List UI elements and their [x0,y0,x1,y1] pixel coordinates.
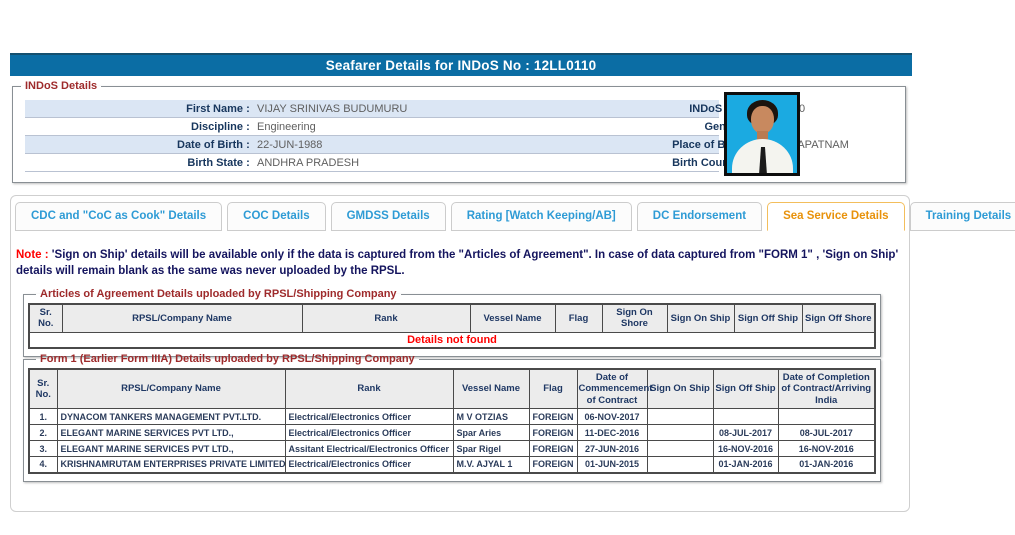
tab-gmdss-details[interactable]: GMDSS Details [331,202,446,231]
discipline-value: Engineering [253,121,517,133]
note-prefix: Note : [16,249,49,261]
tab-training-details[interactable]: Training Details [910,202,1015,231]
tab-coc-details[interactable]: COC Details [227,202,325,231]
place-of-birth-label: Place of Birth [517,139,743,151]
field-row: Birth State: ANDHRA PRADESH Birth Countr… [25,154,719,172]
birth-state-value: ANDHRA PRADESH [253,157,517,169]
articles-table: Sr. No. RPSL/Company Name Rank Vessel Na… [28,303,876,349]
date-of-birth-value: 22-JUN-1988 [253,139,517,151]
form1-table: Sr. No. RPSL/Company Name Rank Vessel Na… [28,368,876,474]
tab-sea-service-details[interactable]: Sea Service Details [767,202,905,231]
page-title: Seafarer Details for INDoS No : 12LL0110 [10,53,912,76]
first-name-label: First Name [25,103,243,115]
form1-legend: Form 1 (Earlier Form IIIA) Details uploa… [36,353,419,365]
tab-rating-watch-keeping-ab[interactable]: Rating [Watch Keeping/AB] [451,202,632,231]
articles-empty-row: Details not found [29,332,875,348]
articles-legend: Articles of Agreement Details uploaded b… [36,288,401,300]
sign-on-ship-note: Note : 'Sign on Ship' details will be av… [16,247,904,279]
birth-country-label: Birth Country [517,157,743,169]
form1-header-row: Sr. No. RPSL/Company Name Rank Vessel Na… [29,369,875,409]
first-name-value: VIJAY SRINIVAS BUDUMURU [253,103,517,115]
indos-no-label: INDoS No. [517,103,743,115]
form1-row: 3. ELEGANT MARINE SERVICES PVT LTD., Ass… [29,441,875,457]
tab-cdc-coc-as-cook-details[interactable]: CDC and "CoC as Cook" Details [15,202,222,231]
photo-face [751,106,774,134]
form1-fieldset: Form 1 (Earlier Form IIIA) Details uploa… [23,353,881,482]
field-row: Discipline: Engineering Gender: Male [25,118,719,136]
note-text: 'Sign on Ship' details will be available… [16,249,898,277]
form1-row: 2. ELEGANT MARINE SERVICES PVT LTD., Ele… [29,425,875,441]
form1-row: 4. KRISHNAMRUTAM ENTERPRISES PRIVATE LIM… [29,457,875,473]
field-row: Date of Birth: 22-JUN-1988 Place of Birt… [25,136,719,154]
birth-state-label: Birth State [25,157,243,169]
tab-content-panel: CDC and "CoC as Cook" Details COC Detail… [10,195,910,512]
gender-label: Gender [517,121,743,133]
articles-of-agreement-fieldset: Articles of Agreement Details uploaded b… [23,288,881,357]
indos-details-legend: INDoS Details [21,80,101,92]
discipline-label: Discipline [25,121,243,133]
field-row: First Name: VIJAY SRINIVAS BUDUMURU INDo… [25,100,719,118]
tab-strip: CDC and "CoC as Cook" Details COC Detail… [15,202,1015,231]
articles-header-row: Sr. No. RPSL/Company Name Rank Vessel Na… [29,304,875,332]
indos-fields: First Name: VIJAY SRINIVAS BUDUMURU INDo… [25,100,719,172]
details-not-found-message: Details not found [29,332,875,348]
date-of-birth-label: Date of Birth [25,139,243,151]
form1-row: 1. DYNACOM TANKERS MANAGEMENT PVT.LTD. E… [29,409,875,425]
seafarer-photo [724,92,800,176]
tab-dc-endorsement[interactable]: DC Endorsement [637,202,762,231]
